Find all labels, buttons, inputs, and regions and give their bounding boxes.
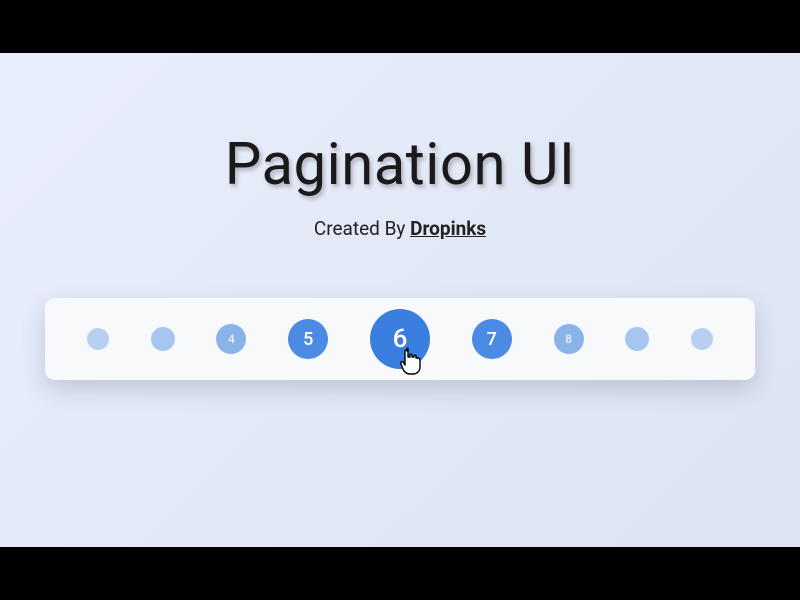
subtitle: Created By Dropinks [314,217,486,240]
pagination-bar: 2 3 4 5 6 7 8 9 10 [45,298,755,380]
page-dot-active[interactable]: 6 [370,309,430,369]
page-dot[interactable]: 2 [87,328,109,350]
subtitle-prefix: Created By [314,217,410,240]
page-title: Pagination UI [225,131,576,199]
author-link[interactable]: Dropinks [410,217,486,240]
page-dot[interactable]: 7 [472,319,512,359]
page-dot[interactable]: 5 [288,319,328,359]
page-dot[interactable]: 4 [216,324,246,354]
page-dot[interactable]: 10 [691,328,713,350]
page-dot[interactable]: 3 [151,327,175,351]
stage: Pagination UI Created By Dropinks 2 3 4 … [0,53,800,547]
page-dot[interactable]: 9 [625,327,649,351]
page-dot[interactable]: 8 [554,324,584,354]
